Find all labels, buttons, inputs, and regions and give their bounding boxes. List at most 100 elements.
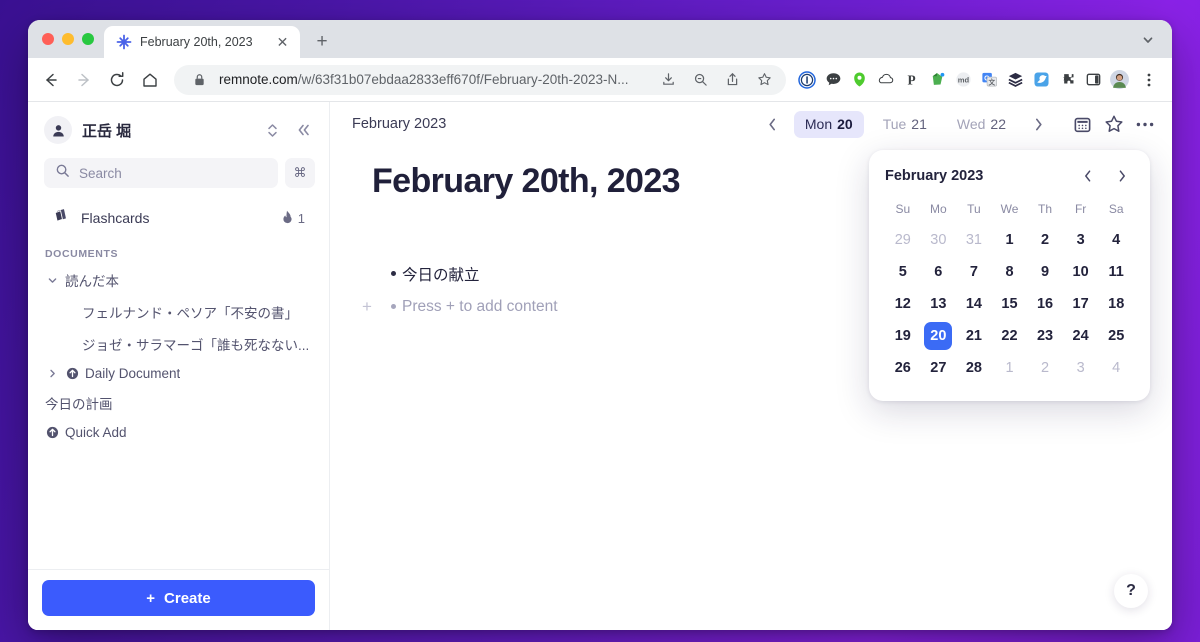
weekday-label: Su bbox=[895, 202, 911, 216]
list-item[interactable]: フェルナンド・ペソア「不安の書」 bbox=[28, 296, 329, 328]
sidebar: 正岳 堀 Search ⌘ Flashcards 1 DOCUMENTS 読んだ… bbox=[28, 102, 330, 630]
minimize-window-button[interactable] bbox=[62, 33, 74, 45]
search-input[interactable]: Search bbox=[44, 158, 278, 188]
day-tab-num: 21 bbox=[911, 116, 927, 132]
1password-icon[interactable] bbox=[795, 68, 819, 92]
day-tab-mon-20[interactable]: Mon 20 bbox=[793, 110, 864, 138]
collapse-sidebar-icon[interactable] bbox=[293, 119, 315, 141]
calendar-day-cell[interactable]: 10 bbox=[1063, 257, 1099, 287]
calendar-day-cell[interactable]: 15 bbox=[992, 289, 1028, 319]
install-app-icon[interactable] bbox=[656, 68, 680, 92]
calendar-day-cell[interactable]: 3 bbox=[1063, 225, 1099, 255]
calendar-day-cell[interactable]: 12 bbox=[885, 289, 921, 319]
calendar-day-cell[interactable]: 13 bbox=[921, 289, 957, 319]
calendar-day-cell[interactable]: 4 bbox=[1098, 353, 1134, 383]
evernote-icon[interactable] bbox=[925, 68, 949, 92]
more-options-icon[interactable] bbox=[1136, 121, 1154, 128]
calendar-day-cell[interactable]: 26 bbox=[885, 353, 921, 383]
chevron-down-icon[interactable] bbox=[1134, 26, 1162, 54]
reload-icon[interactable] bbox=[102, 65, 132, 95]
google-translate-icon[interactable]: G文 bbox=[977, 68, 1001, 92]
calendar-day-cell-selected[interactable]: 20 bbox=[921, 321, 957, 351]
day-tab-wed-22[interactable]: Wed 22 bbox=[946, 111, 1017, 138]
calendar-day-cell[interactable]: 28 bbox=[956, 353, 992, 383]
pocket-icon[interactable]: P bbox=[899, 68, 923, 92]
profile-avatar-icon[interactable] bbox=[1107, 68, 1131, 92]
star-icon[interactable] bbox=[1104, 114, 1124, 134]
calendar-day-cell[interactable]: 8 bbox=[992, 257, 1028, 287]
calendar-day-cell[interactable]: 18 bbox=[1098, 289, 1134, 319]
calendar-day-cell[interactable]: 1 bbox=[992, 225, 1028, 255]
calendar-prev-month-button[interactable] bbox=[1076, 164, 1100, 188]
puzzle-icon[interactable] bbox=[1055, 68, 1079, 92]
calendar-icon[interactable] bbox=[1073, 115, 1092, 134]
sidebar-item-today-plan[interactable]: 今日の計画 bbox=[28, 387, 329, 419]
calendar-day-cell[interactable]: 11 bbox=[1098, 257, 1134, 287]
close-window-button[interactable] bbox=[42, 33, 54, 45]
chat-bubble-icon[interactable] bbox=[821, 68, 845, 92]
home-icon[interactable] bbox=[135, 65, 165, 95]
close-icon[interactable]: ✕ bbox=[274, 34, 291, 51]
browser-tab[interactable]: February 20th, 2023 ✕ bbox=[104, 26, 300, 58]
calendar-day-cell[interactable]: 16 bbox=[1027, 289, 1063, 319]
calendar-day-cell[interactable]: 23 bbox=[1027, 321, 1063, 351]
calendar-day-cell[interactable]: 9 bbox=[1027, 257, 1063, 287]
calendar-day-cell[interactable]: 4 bbox=[1098, 225, 1134, 255]
back-icon[interactable] bbox=[36, 65, 66, 95]
calendar-day-cell[interactable]: 24 bbox=[1063, 321, 1099, 351]
calendar-day-cell[interactable]: 2 bbox=[1027, 225, 1063, 255]
day-tab-tue-21[interactable]: Tue 21 bbox=[872, 111, 938, 138]
calendar-day-cell[interactable]: 14 bbox=[956, 289, 992, 319]
next-day-button[interactable] bbox=[1025, 111, 1051, 137]
list-item-label[interactable]: 今日の献立 bbox=[402, 263, 480, 285]
cloud-icon[interactable] bbox=[873, 68, 897, 92]
calendar-day-cell[interactable]: 22 bbox=[992, 321, 1028, 351]
chevron-right-icon[interactable] bbox=[45, 368, 59, 379]
maximize-window-button[interactable] bbox=[82, 33, 94, 45]
markdown-icon[interactable]: md bbox=[951, 68, 975, 92]
calendar-day-cell[interactable]: 19 bbox=[885, 321, 921, 351]
help-button[interactable]: ? bbox=[1114, 574, 1148, 608]
sidebar-item-daily-document[interactable]: Daily Document bbox=[28, 360, 329, 387]
browser-menu-icon[interactable] bbox=[1134, 65, 1164, 95]
calendar-day-cell[interactable]: 30 bbox=[921, 225, 957, 255]
sidepanel-icon[interactable] bbox=[1081, 68, 1105, 92]
share-icon[interactable] bbox=[720, 68, 744, 92]
list-item[interactable]: 読んだ本 bbox=[28, 264, 329, 296]
add-block-icon[interactable]: + bbox=[358, 298, 376, 315]
list-item[interactable]: ジョゼ・サラマーゴ「誰も死なない... bbox=[28, 328, 329, 360]
svg-text:md: md bbox=[957, 76, 969, 85]
url-host: remnote.com bbox=[219, 72, 298, 87]
chevron-down-icon[interactable] bbox=[45, 275, 59, 286]
calendar-next-month-button[interactable] bbox=[1110, 164, 1134, 188]
calendar-week-row: 19 20 21 22 23 24 25 bbox=[885, 321, 1134, 351]
calendar-day-cell[interactable]: 17 bbox=[1063, 289, 1099, 319]
calendar-day-cell[interactable]: 2 bbox=[1027, 353, 1063, 383]
new-tab-button[interactable]: + bbox=[308, 27, 336, 55]
calendar-day-cell[interactable]: 21 bbox=[956, 321, 992, 351]
forward-icon[interactable] bbox=[69, 65, 99, 95]
sidebar-item-quick-add[interactable]: Quick Add bbox=[28, 419, 329, 446]
layers-icon[interactable] bbox=[1003, 68, 1027, 92]
calendar-day-cell[interactable]: 1 bbox=[992, 353, 1028, 383]
calendar-day-cell[interactable]: 5 bbox=[885, 257, 921, 287]
create-button[interactable]: + Create bbox=[42, 580, 315, 616]
calendar-day-cell[interactable]: 27 bbox=[921, 353, 957, 383]
previous-day-button[interactable] bbox=[760, 111, 786, 137]
zoom-icon[interactable] bbox=[688, 68, 712, 92]
calendar-day-cell[interactable]: 29 bbox=[885, 225, 921, 255]
address-bar[interactable]: remnote.com/w/63f31b07ebdaa2833eff670f/F… bbox=[174, 64, 786, 95]
bird-icon[interactable] bbox=[1029, 68, 1053, 92]
list-item-placeholder[interactable]: Press + to add content bbox=[402, 298, 558, 316]
bookmark-star-icon[interactable] bbox=[752, 68, 776, 92]
search-shortcut-badge[interactable]: ⌘ bbox=[285, 158, 315, 188]
avatar[interactable] bbox=[44, 116, 72, 144]
calendar-day-cell[interactable]: 31 bbox=[956, 225, 992, 255]
calendar-day-cell[interactable]: 7 bbox=[956, 257, 992, 287]
calendar-day-cell[interactable]: 3 bbox=[1063, 353, 1099, 383]
sidebar-item-flashcards[interactable]: Flashcards 1 bbox=[36, 200, 321, 236]
calendar-day-cell[interactable]: 25 bbox=[1098, 321, 1134, 351]
switch-account-icon[interactable] bbox=[261, 119, 283, 141]
calendar-day-cell[interactable]: 6 bbox=[921, 257, 957, 287]
green-shield-icon[interactable] bbox=[847, 68, 871, 92]
